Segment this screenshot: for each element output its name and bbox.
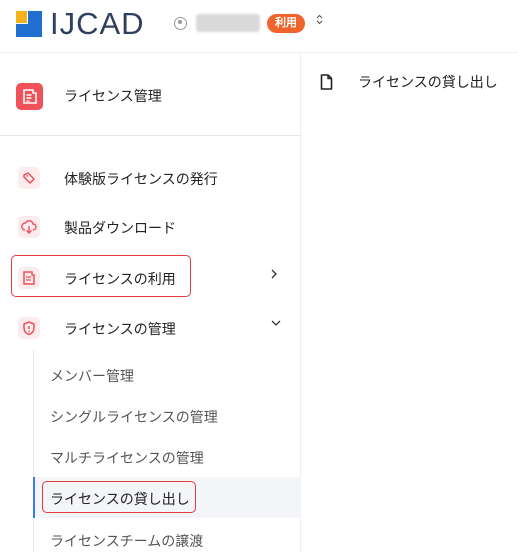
user-name-blurred[interactable] [196,14,260,32]
submenu-item-label: ライセンスチームの譲渡 [50,533,204,549]
sidebar: ライセンス管理 体験版ライセンスの発行 製品ダウンロード ライセンスの利用 ライ… [0,53,301,552]
shield-icon [18,317,40,339]
license-document-icon [18,267,40,289]
sidebar-item-label: 製品ダウンロード [64,220,176,236]
submenu-item-label: メンバー管理 [50,368,134,384]
sidebar-item-product-download[interactable]: 製品ダウンロード [0,206,301,246]
app-header: IJCAD 利用 [0,0,518,52]
sidebar-item-license-admin[interactable]: ライセンスの管理 [0,307,301,347]
chevron-right-icon [270,268,278,280]
chevron-down-icon [270,318,282,328]
document-icon [320,74,333,90]
sidebar-item-label: ライセンスの管理 [64,321,176,337]
license-document-icon [16,83,43,110]
cloud-download-icon [18,216,40,238]
submenu-item-single-license[interactable]: シングルライセンスの管理 [34,395,301,436]
submenu-item-multi-license[interactable]: マルチライセンスの管理 [34,436,301,477]
sidebar-item-license-usage[interactable]: ライセンスの利用 [0,257,301,297]
sidebar-divider [0,135,301,136]
tag-icon [18,167,40,189]
updown-chevron-icon[interactable] [316,14,323,25]
logo-text[interactable]: IJCAD [50,6,145,42]
submenu-item-team-transfer[interactable]: ライセンスチームの譲渡 [34,519,301,552]
sidebar-item-label: 体験版ライセンスの発行 [64,171,218,187]
page-title-text: ライセンスの貸し出し [358,74,498,90]
submenu-item-member-management[interactable]: メンバー管理 [34,354,301,395]
sidebar-item-trial-license[interactable]: 体験版ライセンスの発行 [0,157,301,197]
submenu-item-license-lending[interactable]: ライセンスの貸し出し [33,477,301,518]
ijcad-logo-icon[interactable] [16,11,42,37]
sidebar-item-label: ライセンスの利用 [64,271,176,287]
plan-badge[interactable]: 利用 [267,14,305,33]
sidebar-item-label: ライセンス管理 [64,88,162,104]
sidebar-item-license-management[interactable]: ライセンス管理 [0,53,301,135]
user-circle-icon [174,17,187,30]
submenu-item-label: シングルライセンスの管理 [50,409,218,425]
submenu-item-label: ライセンスの貸し出し [50,491,190,507]
submenu-item-label: マルチライセンスの管理 [50,450,204,466]
